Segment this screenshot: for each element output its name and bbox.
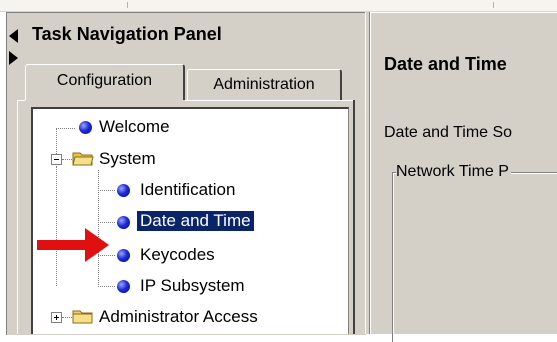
bullet-icon [79,121,92,134]
tab-configuration-label: Configuration [56,72,153,89]
tab-body-border [17,100,18,334]
content-title: Date and Time [384,54,507,74]
tree-item-keycodes[interactable]: Keycodes [140,245,215,265]
tree-connector [98,286,115,287]
bullet-icon [117,216,130,229]
network-time-group-label: Network Time P [396,163,511,181]
tree-item-welcome[interactable]: Welcome [99,117,170,137]
tree-item-ip-subsystem[interactable]: IP Subsystem [140,276,245,296]
folder-icon [72,310,93,324]
network-time-group [392,172,557,342]
collapse-node-icon[interactable] [51,154,62,165]
bullet-icon [117,249,130,262]
top-strip [0,0,557,12]
collapse-left-icon[interactable] [9,29,18,43]
tree-connector [56,128,57,154]
tree-connector [62,317,72,318]
tree-connector [98,190,115,191]
top-strip-divider [493,2,494,8]
date-time-source-label: Date and Time So [384,124,513,141]
content-pane-border [371,12,557,13]
tree-connector [62,159,72,160]
tree-item-identification[interactable]: Identification [140,180,235,200]
tree-connector [56,166,57,286]
tree-item-date-and-time[interactable]: Date and Time [137,211,254,231]
panel-title: Task Navigation Panel [32,24,222,44]
bullet-icon [117,184,130,197]
tab-body-border [353,100,355,334]
tab-administration[interactable]: Administration [187,69,342,100]
annotation-arrow-shaft [37,240,87,250]
open-folder-icon [72,152,94,166]
tab-strip-line [17,100,25,101]
tree-connector [56,128,75,129]
tab-strip-line [185,100,355,101]
tree-item-system[interactable]: System [99,149,156,169]
bullet-icon [117,280,130,293]
top-strip-divider [127,2,128,8]
annotation-arrow-icon [85,228,109,262]
tree-connector [98,222,115,223]
expand-node-icon[interactable] [51,312,62,323]
tab-configuration[interactable]: Configuration [25,64,185,100]
tree-item-administrator-access[interactable]: Administrator Access [99,307,258,327]
expand-right-icon[interactable] [9,51,18,65]
panel-splitter[interactable] [365,12,370,334]
tab-administration-label: Administration [213,76,315,93]
